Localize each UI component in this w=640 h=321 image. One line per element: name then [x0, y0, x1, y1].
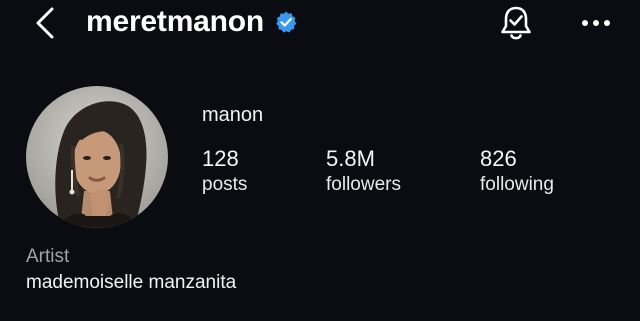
following-label: following — [480, 174, 554, 195]
followers-stat[interactable]: 5.8M followers — [326, 146, 401, 198]
posts-stat[interactable]: 128 posts — [202, 146, 247, 198]
following-stat[interactable]: 826 following — [480, 146, 554, 198]
ellipsis-icon — [582, 20, 610, 26]
profile-photo — [26, 86, 168, 228]
more-options-button[interactable] — [578, 8, 614, 38]
back-button[interactable] — [30, 6, 60, 40]
profile-bio: mademoiselle manzanita — [26, 272, 237, 293]
chevron-left-icon — [36, 7, 54, 39]
posts-label: posts — [202, 174, 248, 195]
notifications-button[interactable] — [496, 4, 536, 44]
following-count: 826 — [480, 146, 517, 171]
followers-label: followers — [326, 174, 401, 195]
profile-username: meretmanon — [86, 5, 265, 38]
profile-category: Artist — [26, 246, 70, 267]
profile-display-name: manon — [202, 104, 264, 126]
top-bar: meretmanon — [0, 0, 640, 46]
profile-avatar[interactable] — [26, 86, 168, 228]
verified-badge-icon — [276, 11, 297, 33]
followers-count: 5.8M — [326, 146, 375, 171]
bell-check-icon — [501, 6, 531, 40]
posts-count: 128 — [202, 146, 239, 171]
